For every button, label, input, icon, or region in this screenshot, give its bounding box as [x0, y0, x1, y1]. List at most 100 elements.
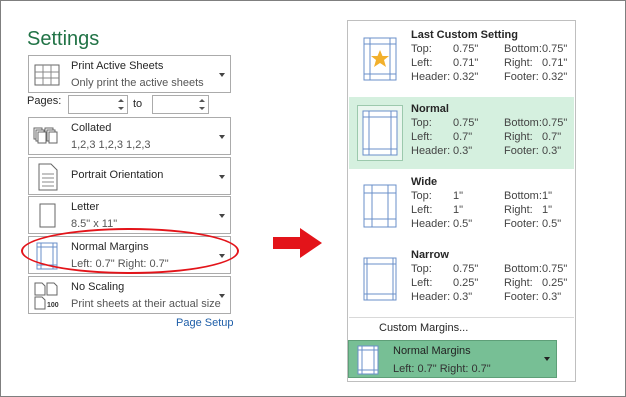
print-what-label: Print Active Sheets	[71, 60, 164, 72]
footer-value: 0.32"	[542, 71, 568, 83]
bottom-value: 0.75"	[542, 263, 568, 275]
footer-label: Footer:	[504, 218, 539, 230]
margins-page-icon	[357, 345, 379, 375]
settings-heading: Settings	[27, 28, 100, 50]
spin-up-icon[interactable]	[118, 99, 124, 102]
print-what-dropdown[interactable]: Print Active Sheets Only print the activ…	[28, 55, 231, 93]
normal-margins-dropdown[interactable]: Normal Margins Left: 0.7" Right: 0.7"	[348, 340, 557, 378]
header-label: Header:	[411, 218, 451, 230]
collation-dropdown[interactable]: Collated 1,2,3 1,2,3 1,2,3	[28, 117, 231, 155]
left-value: 0.71"	[453, 57, 479, 69]
top-label: Top:	[411, 263, 432, 275]
menu-divider	[349, 317, 574, 318]
left-label: Left:	[411, 57, 433, 69]
bottom-label: Bottom:	[504, 190, 542, 202]
scaling-icon-text: 100	[47, 302, 59, 309]
right-label: Right:	[504, 277, 533, 289]
bottom-label: Bottom:	[504, 43, 542, 55]
margin-option-title: Normal	[411, 103, 449, 115]
margin-option-normal[interactable]: Normal Top: 0.75" Bottom: 0.75" Left: 0.…	[349, 97, 574, 169]
scaling-icon: 100	[34, 282, 59, 310]
right-label: Right:	[504, 204, 533, 216]
scaling-label: No Scaling	[71, 281, 125, 293]
header-value: 0.5"	[453, 218, 473, 230]
margins-menu: Last Custom Setting Top: 0.75" Bottom: 0…	[347, 20, 576, 382]
scaling-dropdown[interactable]: 100 No Scaling Print sheets at their act…	[28, 276, 231, 314]
margin-option-wide[interactable]: Wide Top: 1" Bottom: 1" Left: 1" Right: …	[349, 170, 574, 242]
page-narrow-margins-icon	[363, 257, 397, 301]
top-label: Top:	[411, 190, 432, 202]
paper-label: Letter	[71, 201, 100, 213]
pages-to-label: to	[133, 98, 143, 110]
top-label: Top:	[411, 43, 432, 55]
chevron-down-icon	[544, 357, 550, 361]
footer-value: 0.5"	[542, 218, 562, 230]
normal-margins-desc: Left: 0.7" Right: 0.7"	[393, 363, 491, 375]
collation-label: Collated	[71, 122, 112, 134]
left-label: Left:	[411, 204, 433, 216]
bottom-value: 1"	[542, 190, 553, 202]
footer-value: 0.3"	[542, 145, 562, 157]
pages-from-input[interactable]	[68, 95, 128, 114]
left-value: 1"	[453, 204, 464, 216]
footer-label: Footer:	[504, 145, 539, 157]
collation-desc: 1,2,3 1,2,3 1,2,3	[71, 139, 151, 151]
left-label: Left:	[411, 277, 433, 289]
margin-option-last-custom[interactable]: Last Custom Setting Top: 0.75" Bottom: 0…	[349, 23, 574, 95]
collated-pages-icon	[33, 127, 58, 144]
right-value: 0.71"	[542, 57, 568, 69]
page-setup-link[interactable]: Page Setup	[176, 317, 234, 329]
margin-option-title: Last Custom Setting	[411, 29, 518, 41]
scaling-desc: Print sheets at their actual size	[71, 298, 221, 310]
margin-option-narrow[interactable]: Narrow Top: 0.75" Bottom: 0.75" Left: 0.…	[349, 243, 574, 315]
spin-up-icon[interactable]	[199, 99, 205, 102]
sheet-grid-icon	[34, 64, 60, 86]
right-value: 1"	[542, 204, 553, 216]
left-value: 0.25"	[453, 277, 479, 289]
orientation-dropdown[interactable]: Portrait Orientation	[28, 157, 231, 195]
right-value: 0.25"	[542, 277, 568, 289]
header-label: Header:	[411, 145, 451, 157]
header-value: 0.32"	[453, 71, 479, 83]
page-wide-margins-icon	[363, 184, 397, 228]
chevron-down-icon	[219, 294, 225, 298]
margin-option-title: Wide	[411, 176, 438, 188]
print-what-desc: Only print the active sheets	[71, 77, 204, 89]
top-value: 0.75"	[453, 263, 479, 275]
margin-option-title: Narrow	[411, 249, 449, 261]
top-value: 1"	[453, 190, 464, 202]
footer-label: Footer:	[504, 291, 539, 303]
spin-down-icon[interactable]	[199, 107, 205, 110]
bottom-value: 0.75"	[542, 117, 568, 129]
bottom-value: 0.75"	[542, 43, 568, 55]
spin-down-icon[interactable]	[118, 107, 124, 110]
chevron-down-icon	[219, 73, 225, 77]
annotation-ellipse	[21, 228, 239, 274]
top-value: 0.75"	[453, 43, 479, 55]
top-value: 0.75"	[453, 117, 479, 129]
page-star-icon	[363, 37, 397, 81]
footer-label: Footer:	[504, 71, 539, 83]
page-margins-icon	[357, 105, 403, 161]
left-label: Left:	[411, 131, 433, 143]
header-label: Header:	[411, 71, 451, 83]
top-label: Top:	[411, 117, 432, 129]
right-label: Right:	[504, 131, 533, 143]
portrait-page-icon	[38, 163, 58, 191]
normal-margins-label: Normal Margins	[393, 345, 471, 357]
bottom-label: Bottom:	[504, 117, 542, 129]
left-value: 0.7"	[453, 131, 473, 143]
header-value: 0.3"	[453, 145, 473, 157]
bottom-label: Bottom:	[504, 263, 542, 275]
pages-to-input[interactable]	[152, 95, 209, 114]
right-label: Right:	[504, 57, 533, 69]
orientation-label: Portrait Orientation	[71, 169, 164, 181]
chevron-down-icon	[219, 214, 225, 218]
annotation-arrow-icon	[273, 228, 322, 258]
footer-value: 0.3"	[542, 291, 562, 303]
blank-page-icon	[39, 203, 56, 228]
header-label: Header:	[411, 291, 451, 303]
chevron-down-icon	[219, 175, 225, 179]
right-value: 0.7"	[542, 131, 562, 143]
custom-margins-item[interactable]: Custom Margins...	[379, 322, 468, 334]
